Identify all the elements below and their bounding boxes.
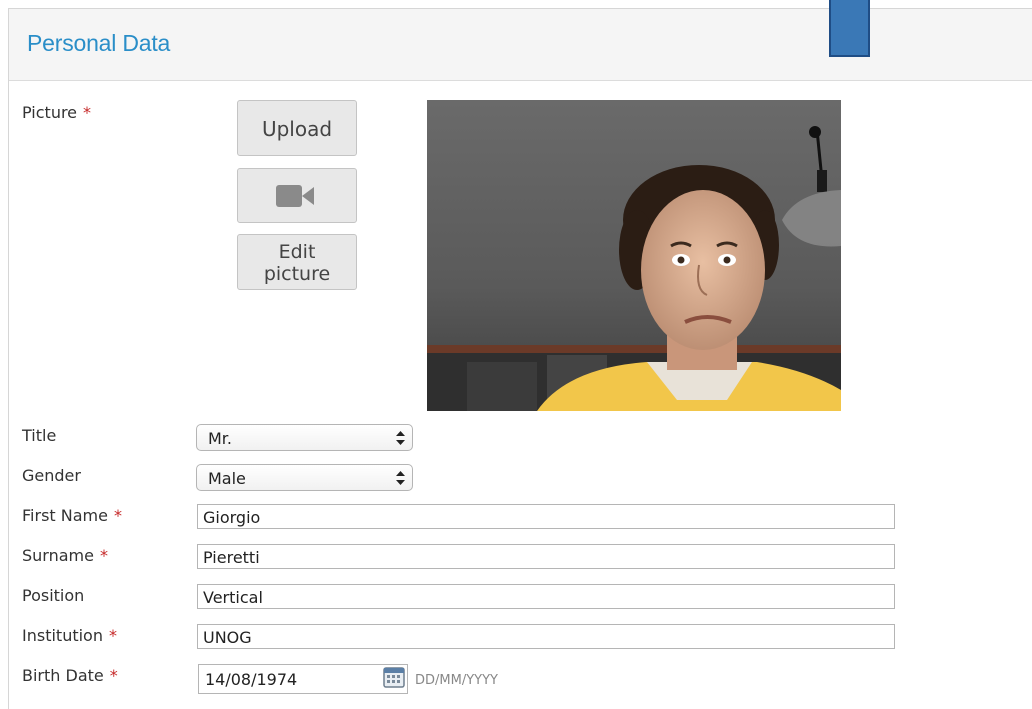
title-select-value: Mr. — [208, 429, 232, 448]
institution-label: Institution * — [22, 626, 117, 645]
picture-label-text: Picture — [22, 103, 78, 122]
institution-label-text: Institution — [22, 626, 103, 645]
profile-photo — [427, 100, 841, 411]
required-mark: * — [113, 506, 122, 525]
blue-marker — [829, 0, 870, 57]
birth-date-label-text: Birth Date — [22, 666, 104, 685]
surname-label: Surname * — [22, 546, 108, 565]
gender-select-value: Male — [208, 469, 246, 488]
upload-button[interactable]: Upload — [237, 100, 357, 156]
picture-label: Picture * — [22, 103, 91, 122]
gender-select[interactable]: Male — [196, 464, 413, 491]
required-mark: * — [109, 666, 118, 685]
select-arrows-icon — [396, 431, 405, 445]
title-label: Title — [22, 426, 57, 445]
edit-picture-label-line1: Edit — [278, 241, 316, 263]
camera-button[interactable] — [237, 168, 357, 223]
required-mark: * — [99, 546, 108, 565]
first-name-label-text: First Name — [22, 506, 108, 525]
video-camera-icon — [276, 185, 314, 207]
edit-picture-button[interactable]: Edit picture — [237, 234, 357, 290]
calendar-icon[interactable] — [383, 666, 405, 688]
birth-date-label: Birth Date * — [22, 666, 118, 685]
institution-field[interactable]: UNOG — [197, 624, 895, 649]
surname-label-text: Surname — [22, 546, 94, 565]
first-name-field[interactable]: Giorgio — [197, 504, 895, 529]
surname-field[interactable]: Pieretti — [197, 544, 895, 569]
gender-label: Gender — [22, 466, 81, 485]
edit-picture-label-line2: picture — [263, 263, 331, 285]
position-label: Position — [22, 586, 85, 605]
required-mark: * — [108, 626, 117, 645]
select-arrows-icon — [396, 471, 405, 485]
first-name-label: First Name * — [22, 506, 122, 525]
title-select[interactable]: Mr. — [196, 424, 413, 451]
date-format-hint: DD/MM/YYYY — [415, 673, 498, 688]
birth-date-field[interactable]: 14/08/1974 — [198, 664, 408, 694]
panel-title: Personal Data — [27, 30, 171, 56]
required-mark: * — [83, 103, 92, 122]
position-field[interactable]: Vertical — [197, 584, 895, 609]
